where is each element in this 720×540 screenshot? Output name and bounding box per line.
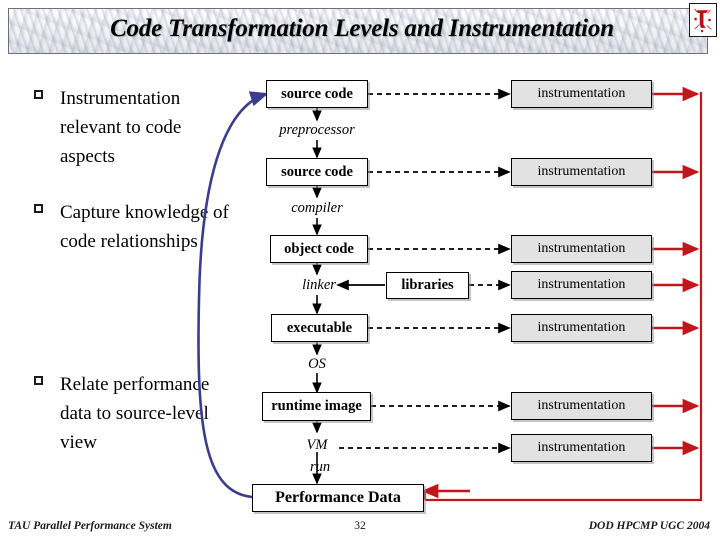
bullet-label: Instrumentation relevant to code aspects (60, 88, 182, 167)
instrumentation-box-source-2[interactable]: instrumentation (511, 158, 652, 186)
stage-box-runtime-image[interactable]: runtime image (262, 392, 371, 421)
bullet-item-capture-knowledge: Capture knowledge of code relationships (34, 198, 234, 256)
box-libraries[interactable]: libraries (386, 272, 469, 299)
transform-label-os: OS (308, 356, 326, 372)
stage-box-source-code-1[interactable]: source code (266, 80, 368, 108)
stage-box-executable[interactable]: executable (271, 314, 368, 342)
stage-box-object-code[interactable]: object code (270, 235, 368, 263)
title-banner: Code Transformation Levels and Instrumen… (8, 8, 708, 54)
instrumentation-box-executable[interactable]: instrumentation (511, 314, 652, 342)
footer-right-text: DOD HPCMP UGC 2004 (588, 520, 710, 532)
transform-label-preprocessor: preprocessor (279, 122, 355, 138)
transform-label-compiler: compiler (291, 200, 343, 216)
bullet-square-icon (34, 90, 43, 99)
instrumentation-box-vm[interactable]: instrumentation (511, 434, 652, 462)
transform-label-linker: linker (302, 277, 336, 293)
tau-logo-glyph (694, 8, 712, 33)
tau-logo-icon (689, 3, 717, 37)
transform-label-run: run (310, 459, 331, 475)
bullet-label: Relate performance data to source-level … (60, 374, 210, 453)
instrumentation-box-source-1[interactable]: instrumentation (511, 80, 652, 108)
page-title: Code Transformation Levels and Instrumen… (110, 15, 614, 42)
bullet-label: Capture knowledge of code relationships (60, 202, 229, 252)
transform-label-vm: VM (306, 437, 328, 453)
instrumentation-box-libraries[interactable]: instrumentation (511, 271, 652, 299)
instrumentation-box-object[interactable]: instrumentation (511, 235, 652, 263)
bullet-item-instrumentation-relevant: Instrumentation relevant to code aspects (34, 84, 234, 171)
stage-box-source-code-2[interactable]: source code (266, 158, 368, 186)
bullet-item-relate-performance: Relate performance data to source-level … (34, 370, 234, 457)
red-instrumentation-outflow (652, 86, 700, 456)
instrumentation-box-runtime[interactable]: instrumentation (511, 392, 652, 420)
bullet-square-icon (34, 376, 43, 385)
stage-box-performance-data[interactable]: Performance Data (252, 484, 424, 512)
bullet-square-icon (34, 204, 43, 213)
